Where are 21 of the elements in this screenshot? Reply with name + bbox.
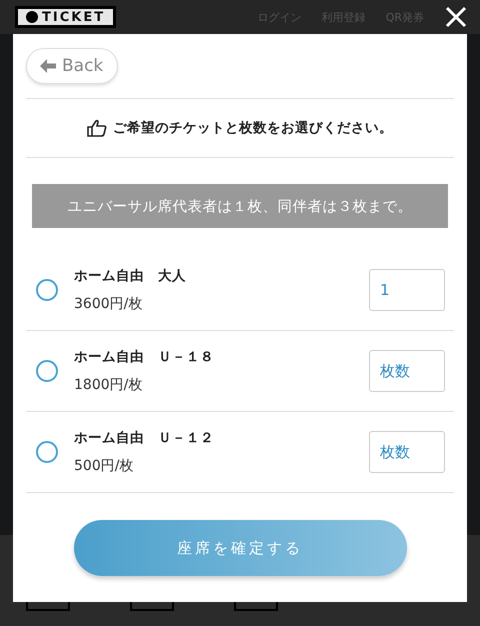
circle-icon — [26, 11, 38, 23]
notice-banner: ユニバーサル席代表者は１枚、同伴者は３枚まで。 — [32, 184, 448, 228]
close-icon[interactable] — [444, 5, 468, 29]
ticket-name: ホーム自由 Ｕ－１８ — [74, 348, 215, 366]
quantity-field[interactable]: 1 — [369, 269, 445, 311]
instruction-text: ご希望のチケットと枚数をお選びください。 — [113, 119, 393, 137]
logo-text: TICKET — [42, 10, 106, 24]
logo[interactable]: TICKET — [15, 6, 116, 28]
radio-button[interactable] — [36, 279, 58, 301]
confirm-button[interactable]: 座席を確定する — [74, 520, 406, 576]
ticket-price: 500円/枚 — [74, 457, 134, 475]
back-button[interactable]: Back — [26, 48, 118, 84]
ticket-price: 3600円/枚 — [74, 295, 144, 313]
radio-button[interactable] — [36, 441, 58, 463]
ticket-name: ホーム自由 Ｕ－１２ — [74, 429, 215, 447]
arrow-left-icon — [40, 59, 56, 73]
quantity-field[interactable]: 枚数 — [369, 431, 445, 473]
quantity-field[interactable]: 枚数 — [369, 350, 445, 392]
ticket-price: 1800円/枚 — [74, 376, 144, 394]
ticket-name: ホーム自由 大人 — [74, 267, 187, 285]
radio-button[interactable] — [36, 360, 58, 382]
